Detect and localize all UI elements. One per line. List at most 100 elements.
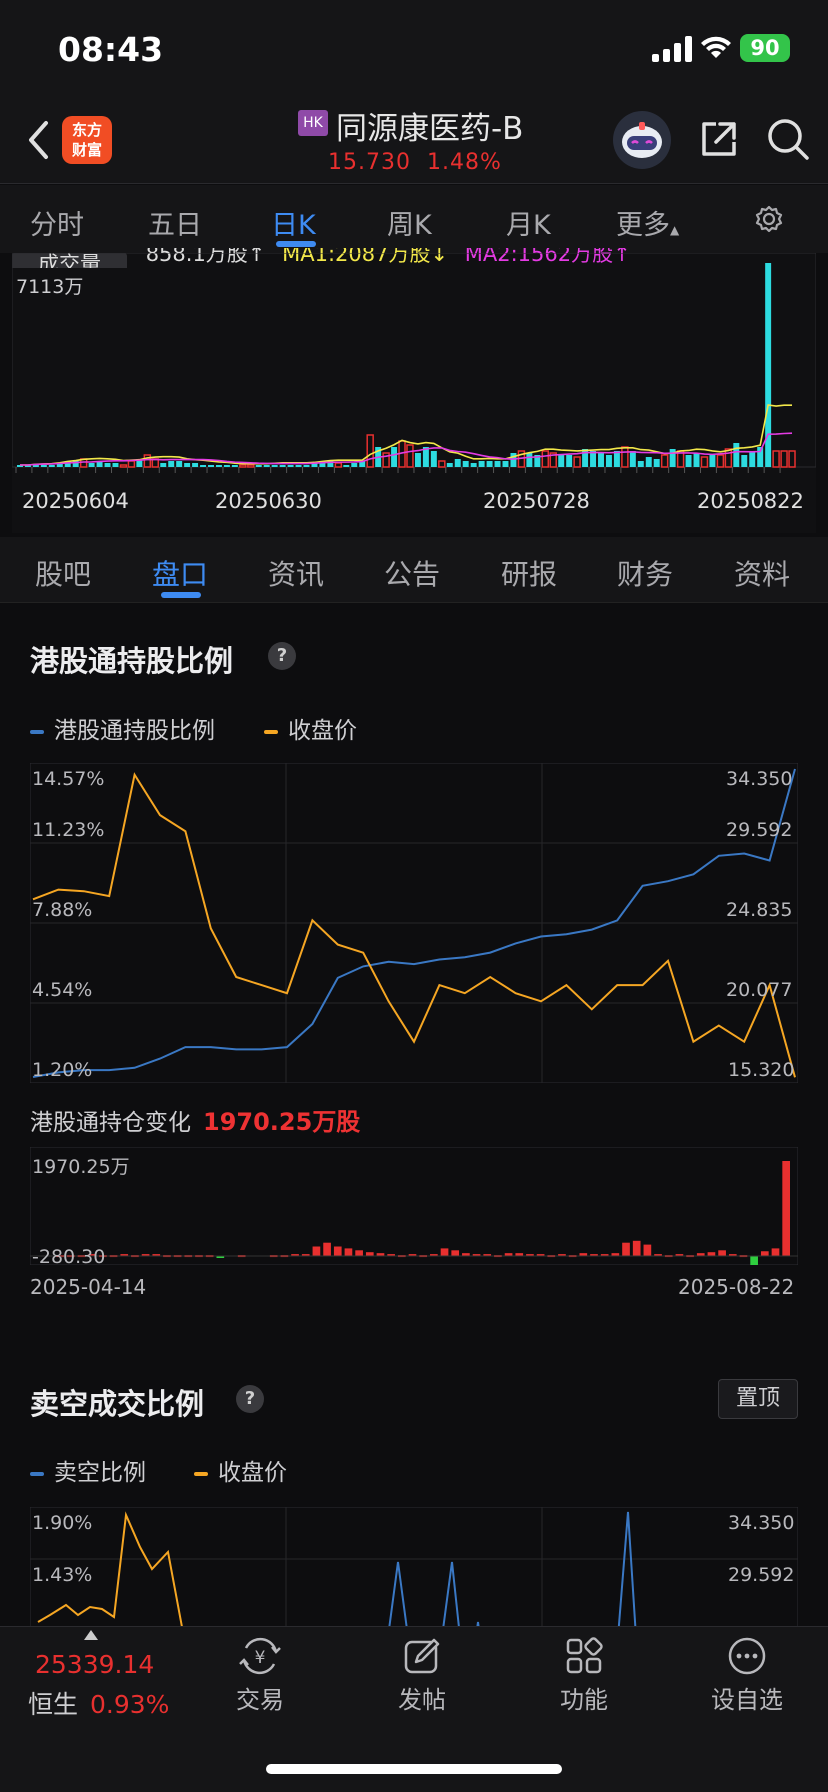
volume-bar [772, 450, 780, 468]
hold-legend-close: 收盘价 [264, 711, 357, 745]
volume-bar [541, 450, 550, 468]
hold-right-tick-5: 15.320 [728, 1059, 795, 1081]
tab-financials[interactable]: 财务 [617, 553, 673, 593]
legend-label: 港股通持股比例 [54, 718, 215, 744]
tab-daily-k[interactable]: 日K [271, 203, 316, 242]
volume-bar [263, 465, 270, 467]
volume-bar [693, 453, 700, 467]
volume-bar [303, 465, 310, 467]
volume-bar [192, 463, 199, 467]
volume-bar [176, 461, 183, 467]
trade-button[interactable]: ¥ 交易 [215, 1636, 305, 1715]
add-watchlist-button[interactable]: 设自选 [702, 1636, 792, 1715]
volume-bar [645, 457, 652, 467]
more-dots-icon [728, 1637, 766, 1675]
volume-bar [788, 450, 796, 468]
help-icon[interactable]: ? [268, 642, 296, 670]
status-time: 08:43 [58, 30, 164, 69]
tab-five-day[interactable]: 五日 [148, 203, 202, 242]
position-end-date: 2025-08-22 [678, 1275, 795, 1299]
volume-bar [613, 451, 620, 467]
volume-chart-canvas [12, 253, 816, 473]
volume-bar [127, 460, 136, 468]
tab-research[interactable]: 研报 [501, 553, 557, 593]
position-change-bar [365, 1252, 374, 1256]
volume-bar [653, 459, 660, 467]
active-content-tab-underline [161, 592, 201, 598]
volume-bar [119, 464, 128, 468]
volume-bar [573, 456, 581, 468]
volume-bar [184, 463, 191, 467]
search-icon[interactable] [765, 116, 811, 162]
tab-intraday[interactable]: 分时 [30, 203, 84, 242]
hold-ratio-title: 港股通持股比例 [30, 644, 234, 678]
volume-date-4: 20250822 [697, 489, 804, 513]
post-button[interactable]: 发帖 [377, 1636, 467, 1715]
back-arrow-icon[interactable] [26, 120, 52, 160]
position-change-label: 港股通持仓变化 [30, 1110, 191, 1136]
hang-seng-label[interactable]: 恒生 0.93% [28, 1685, 169, 1721]
position-change-value: 1970.25万股 [203, 1108, 361, 1136]
tab-profile[interactable]: 资料 [734, 553, 790, 593]
legend-swatch-blue [30, 729, 44, 734]
grid-apps-icon [566, 1637, 603, 1674]
settings-gear-icon[interactable] [752, 202, 786, 236]
market-badge: HK [298, 110, 328, 136]
hang-seng-value[interactable]: 25339.14 [35, 1650, 154, 1679]
tab-more[interactable]: 更多▲ [616, 203, 679, 242]
position-change-bar [440, 1248, 449, 1256]
robot-assistant-icon[interactable] [612, 110, 672, 170]
volume-ma1-line [19, 404, 793, 466]
share-icon[interactable] [698, 118, 740, 160]
volume-bar [279, 465, 286, 467]
volume-bar [247, 464, 255, 468]
volume-bar [168, 461, 175, 467]
functions-button[interactable]: 功能 [539, 1636, 629, 1715]
tab-monthly-k[interactable]: 月K [506, 203, 551, 242]
volume-bar [40, 465, 47, 467]
hold-left-tick-4: 4.54% [32, 979, 93, 1001]
hold-ratio-chart[interactable] [30, 763, 798, 1083]
help-icon[interactable]: ? [236, 1385, 264, 1413]
tab-weekly-k[interactable]: 周K [387, 203, 432, 242]
volume-bar [231, 465, 238, 467]
expand-up-icon[interactable] [84, 1630, 98, 1640]
position-change-bar [312, 1246, 321, 1256]
volume-bar [438, 460, 446, 468]
volume-bar [765, 263, 772, 467]
position-change-bar [718, 1250, 726, 1256]
short-ratio-title: 卖空成交比例 [30, 1387, 205, 1421]
tab-announcements[interactable]: 公告 [384, 553, 440, 593]
short-left-tick-2: 1.43% [32, 1564, 93, 1586]
tab-news[interactable]: 资讯 [268, 553, 324, 593]
logo-text-top: 东方 [71, 121, 102, 139]
legend-swatch-orange [194, 1471, 208, 1476]
tab-forum[interactable]: 股吧 [35, 553, 91, 593]
position-change-chart[interactable] [30, 1147, 798, 1265]
hold-legend-ratio: 港股通持股比例 [30, 711, 215, 745]
status-bar: 08:43 90 [0, 0, 828, 100]
short-right-tick-1: 34.350 [728, 1512, 795, 1534]
volume-bar [215, 465, 222, 467]
pin-to-top-button[interactable]: 置顶 [718, 1379, 798, 1419]
position-change-bar [333, 1246, 342, 1256]
volume-bar [478, 461, 485, 467]
volume-bar [749, 451, 756, 467]
hold-right-tick-4: 20.077 [726, 979, 793, 1001]
position-chart-frame [30, 1147, 798, 1265]
short-chart-frame [30, 1507, 798, 1627]
short-ratio-chart[interactable] [30, 1507, 798, 1627]
stock-name[interactable]: 同源康医药-B [336, 103, 523, 148]
position-change-bar [622, 1242, 630, 1256]
close-price-line [32, 772, 796, 1078]
app-logo[interactable]: 东方 财富 [62, 116, 112, 164]
index-name: 恒生 [28, 1690, 79, 1719]
stock-price: 15.730 [328, 150, 411, 175]
volume-bar [502, 461, 509, 467]
tab-market-depth[interactable]: 盘口 [152, 553, 208, 593]
hold-left-tick-5: 1.20% [32, 1059, 93, 1081]
position-change-bar [643, 1244, 652, 1256]
volume-bar [741, 455, 748, 467]
hold-right-tick-1: 34.350 [726, 768, 793, 790]
logo-text-bottom: 财富 [71, 141, 102, 159]
